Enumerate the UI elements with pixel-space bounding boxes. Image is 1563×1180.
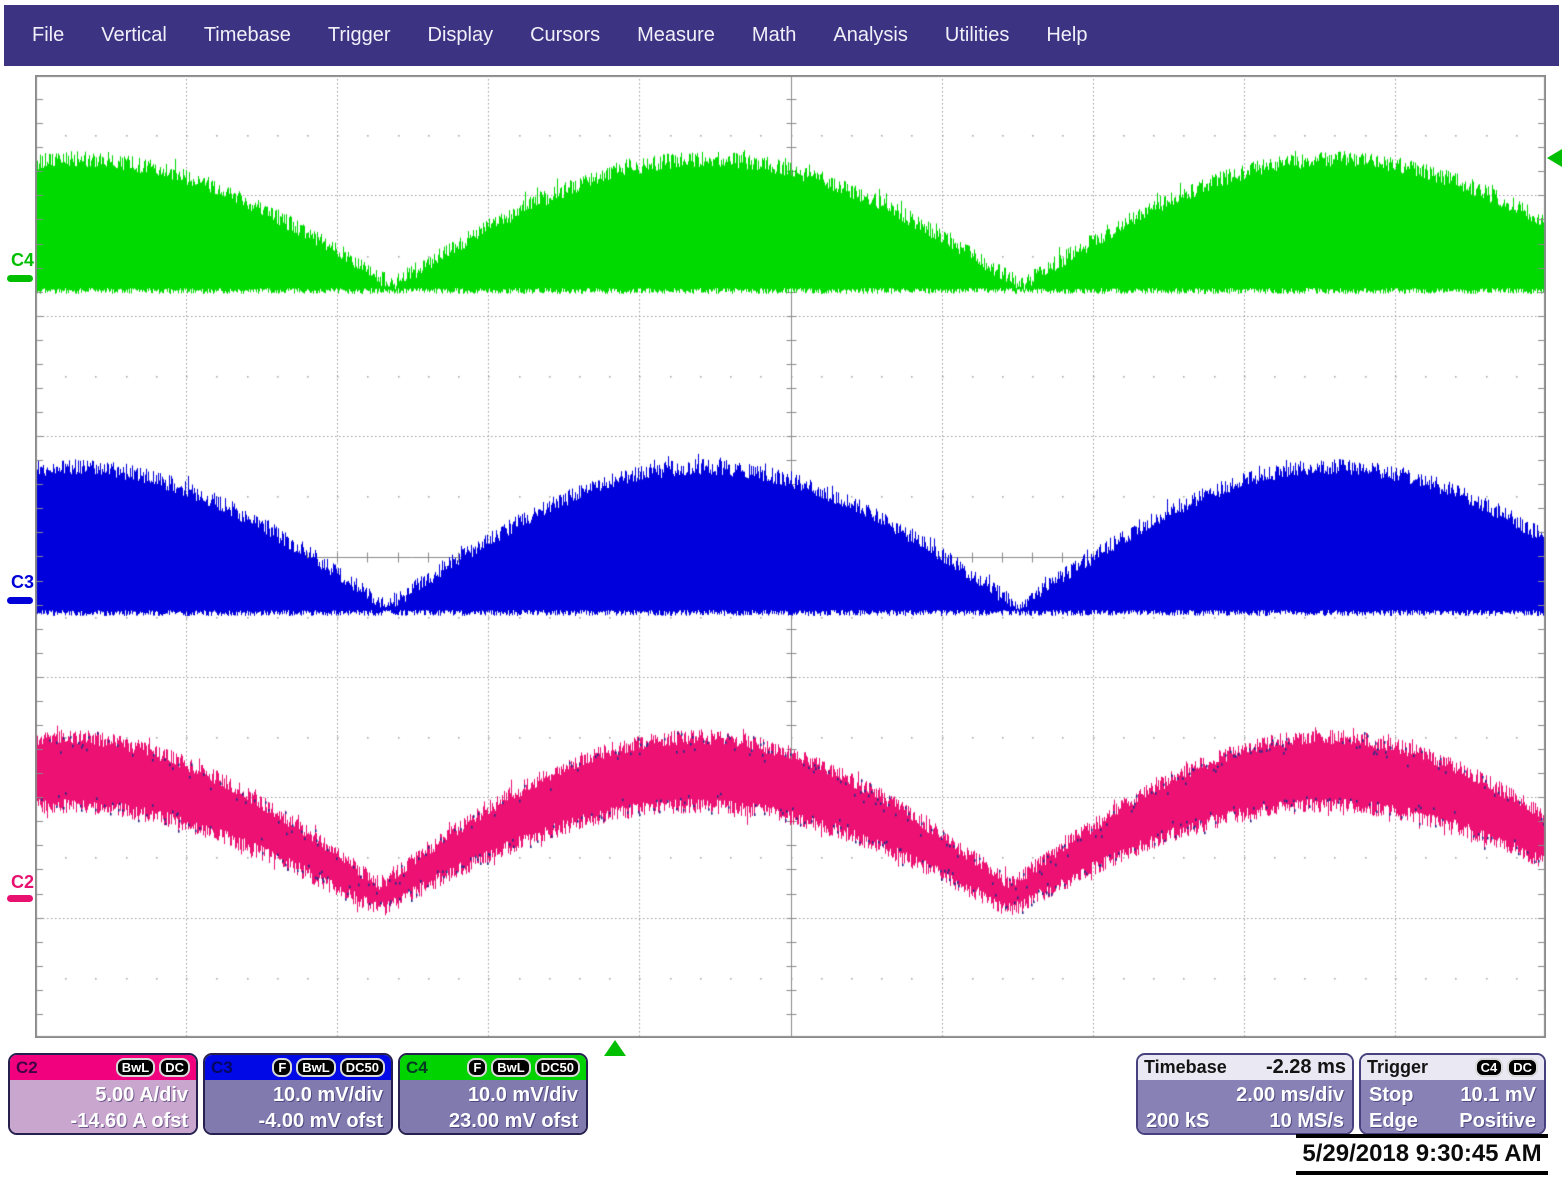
- channel-descriptor-c2[interactable]: C2 BwLDC 5.00 A/div -14.60 A ofst: [8, 1053, 198, 1135]
- menu-cursors[interactable]: Cursors: [530, 24, 600, 47]
- menu-measure[interactable]: Measure: [637, 24, 715, 47]
- timebase-delay: -2.28 ms: [1266, 1056, 1346, 1079]
- timebase-samples: 200 kS: [1146, 1108, 1209, 1134]
- menu-timebase[interactable]: Timebase: [204, 24, 291, 47]
- menu-help[interactable]: Help: [1046, 24, 1087, 47]
- trigger-time-marker[interactable]: [604, 1040, 626, 1056]
- badge-bwl: BwL: [116, 1058, 155, 1077]
- timebase-rate: 10 MS/s: [1270, 1108, 1344, 1134]
- channel-id: C3: [211, 1058, 233, 1078]
- channel-offset-marker-c3[interactable]: [7, 597, 33, 604]
- menu-math[interactable]: Math: [752, 24, 796, 47]
- menu-trigger[interactable]: Trigger: [328, 24, 391, 47]
- badge-dc: DC: [159, 1058, 190, 1077]
- channel-badges: FBwL DC50: [272, 1058, 385, 1077]
- channel-descriptor-c3[interactable]: C3 FBwL DC50 10.0 mV/div -4.00 mV ofst: [203, 1053, 393, 1135]
- channel-offset-marker-c2[interactable]: [7, 895, 33, 902]
- channel-id: C2: [16, 1058, 38, 1078]
- trigger-level: 10.1 mV: [1460, 1082, 1536, 1108]
- oscilloscope-screen: File Vertical Timebase Trigger Display Cursor…: [0, 0, 1563, 1180]
- menu-vertical[interactable]: Vertical: [101, 24, 167, 47]
- channel-label-c2[interactable]: C2: [11, 872, 34, 893]
- trigger-type: Edge: [1369, 1108, 1418, 1134]
- channel-scale: 10.0 mV/div: [213, 1082, 383, 1108]
- timebase-per-div: 2.00 ms/div: [1236, 1082, 1344, 1108]
- channel-id: C4: [406, 1058, 428, 1078]
- trigger-badge-dc: DC: [1507, 1058, 1538, 1077]
- badge-dc50: DC50: [535, 1058, 580, 1077]
- timebase-title: Timebase: [1144, 1057, 1227, 1078]
- channel-descriptor-c4[interactable]: C4 FBwL DC50 10.0 mV/div 23.00 mV ofst: [398, 1053, 588, 1135]
- trigger-badge-c4: C4: [1475, 1058, 1504, 1077]
- menu-utilities[interactable]: Utilities: [945, 24, 1009, 47]
- trigger-badges: C4DC: [1475, 1058, 1538, 1077]
- badge-bwl: BwL: [491, 1058, 530, 1077]
- channel-offset: 23.00 mV ofst: [408, 1108, 578, 1134]
- badge-dc50: DC50: [340, 1058, 385, 1077]
- datetime-stamp: 5/29/2018 9:30:45 AM: [1296, 1134, 1548, 1175]
- trigger-descriptor[interactable]: Trigger C4DC Stop 10.1 mV Edge Positive: [1359, 1053, 1546, 1135]
- trigger-mode: Stop: [1369, 1082, 1413, 1108]
- badge-f: F: [467, 1058, 487, 1077]
- menu-analysis[interactable]: Analysis: [833, 24, 907, 47]
- trigger-level-marker[interactable]: [1547, 149, 1562, 167]
- menu-display[interactable]: Display: [428, 24, 494, 47]
- badge-f: F: [272, 1058, 292, 1077]
- trigger-title: Trigger: [1367, 1057, 1428, 1078]
- timebase-descriptor[interactable]: Timebase -2.28 ms 2.00 ms/div 200 kS 10 …: [1136, 1053, 1354, 1135]
- menu-file[interactable]: File: [32, 24, 64, 47]
- trigger-slope: Positive: [1459, 1108, 1536, 1134]
- badge-bwl: BwL: [296, 1058, 335, 1077]
- channel-label-c4[interactable]: C4: [11, 250, 34, 271]
- channel-offset-marker-c4[interactable]: [7, 275, 33, 282]
- channel-badges: BwLDC: [116, 1058, 190, 1077]
- channel-label-c3[interactable]: C3: [11, 572, 34, 593]
- channel-scale: 10.0 mV/div: [408, 1082, 578, 1108]
- channel-offset: -14.60 A ofst: [18, 1108, 188, 1134]
- waveform-display: C4 C3 C2: [0, 66, 1563, 1051]
- waveform-canvas[interactable]: [35, 75, 1546, 1038]
- channel-offset: -4.00 mV ofst: [213, 1108, 383, 1134]
- menu-bar: File Vertical Timebase Trigger Display Cursor…: [4, 5, 1559, 66]
- channel-scale: 5.00 A/div: [18, 1082, 188, 1108]
- channel-badges: FBwL DC50: [467, 1058, 580, 1077]
